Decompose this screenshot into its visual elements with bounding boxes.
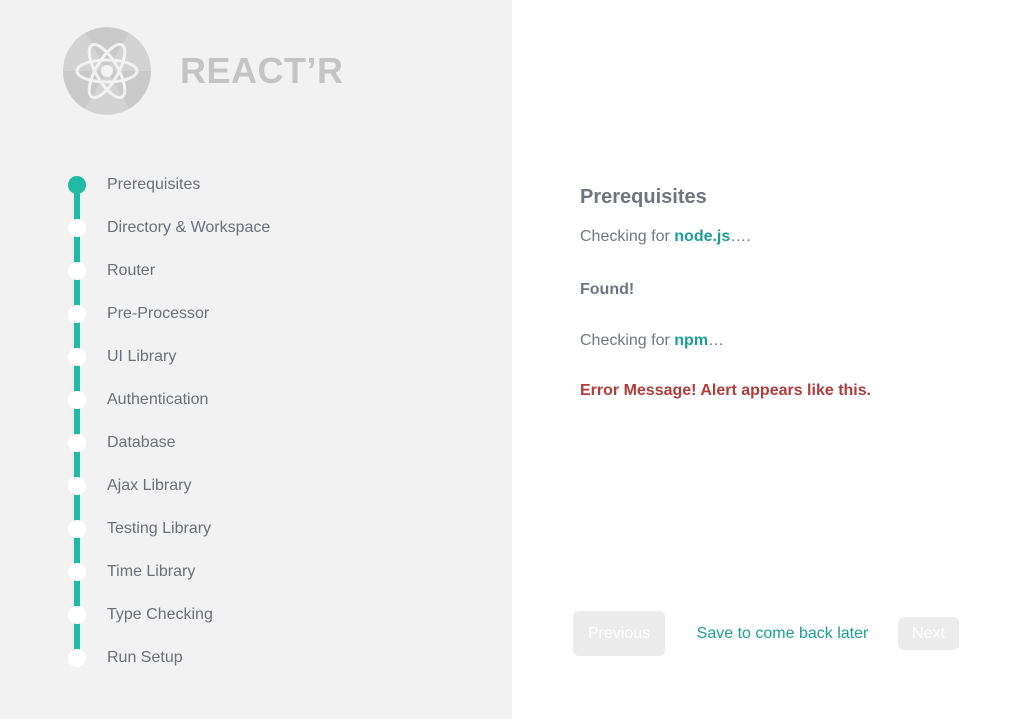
- step-dot: [68, 348, 86, 366]
- save-later-button[interactable]: Save to come back later: [690, 618, 875, 650]
- page-title: Prerequisites: [580, 186, 707, 208]
- progress-track: [74, 185, 80, 658]
- step-label: Testing Library: [107, 520, 212, 537]
- error-alert: Error Message! Alert appears like this.: [580, 382, 872, 399]
- next-button[interactable]: Next: [898, 617, 959, 650]
- step-dot: [68, 434, 86, 452]
- step-label: Authentication: [107, 391, 209, 408]
- step-dot: [68, 391, 86, 409]
- check-node-name: node.js: [674, 228, 731, 245]
- step-label: Directory & Workspace: [107, 219, 271, 236]
- check-node-line: Checking for node.js….: [580, 228, 751, 246]
- step-dot: [68, 606, 86, 624]
- step-dot: [68, 305, 86, 323]
- step-label: UI Library: [107, 348, 177, 365]
- step-dot: [68, 563, 86, 581]
- step-label: Database: [107, 434, 176, 451]
- check-npm-prefix: Checking for: [580, 332, 675, 349]
- react-atom-radiation-icon: [58, 25, 156, 117]
- step-label: Run Setup: [107, 649, 183, 666]
- step-label: Time Library: [107, 563, 196, 580]
- step-label: Pre-Processor: [107, 305, 210, 322]
- found-status: Found!: [580, 281, 635, 298]
- step-label: Ajax Library: [107, 477, 192, 494]
- step-label: Type Checking: [107, 606, 213, 623]
- step-dot: [68, 176, 86, 194]
- brand-name: REACT’R: [180, 50, 344, 91]
- step-dot: [68, 262, 86, 280]
- check-npm-line: Checking for npm…: [580, 332, 724, 350]
- step-dot: [68, 477, 86, 495]
- step-dot: [68, 649, 86, 667]
- step-label: Router: [107, 262, 156, 279]
- previous-button[interactable]: Previous: [573, 611, 665, 656]
- check-node-prefix: Checking for: [580, 228, 675, 245]
- check-npm-name: npm: [674, 332, 709, 349]
- sidebar: REACT’R Prerequisites Directory & Worksp…: [0, 0, 512, 719]
- step-label: Prerequisites: [107, 176, 201, 193]
- check-npm-suffix: …: [708, 332, 725, 349]
- main-content: Prerequisites Checking for node.js…. Fou…: [580, 186, 980, 399]
- check-node-suffix: ….: [730, 228, 751, 245]
- step-dot: [68, 219, 86, 237]
- step-dot: [68, 520, 86, 538]
